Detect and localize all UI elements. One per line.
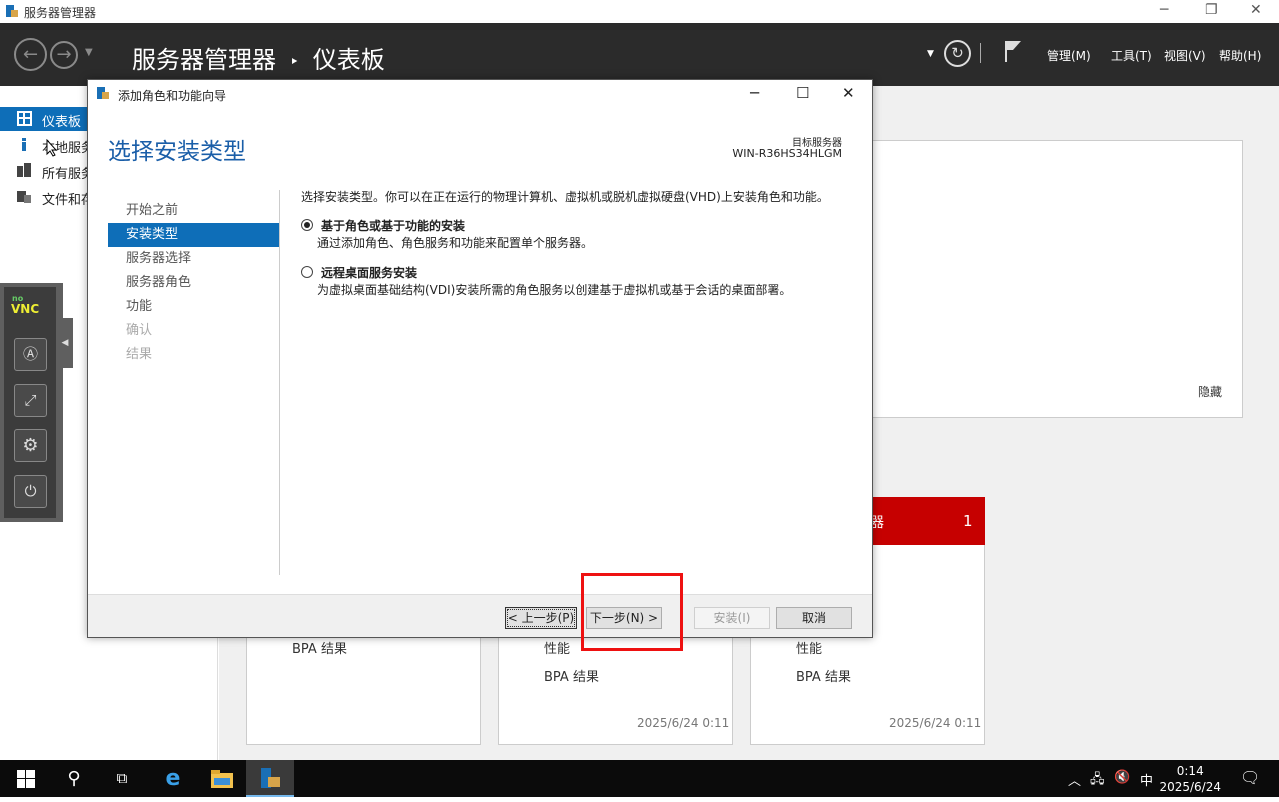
- tile-alert-count: 1: [963, 512, 973, 530]
- step-before-you-begin[interactable]: 开始之前: [108, 199, 279, 223]
- breadcrumb: 服务器管理器 ‣ 仪表板: [132, 40, 391, 75]
- tile-performance[interactable]: 性能: [544, 638, 570, 657]
- server-manager-icon: [5, 4, 19, 18]
- wizard-app-icon: [96, 86, 110, 103]
- keyboard-icon[interactable]: Ⓐ: [14, 338, 47, 371]
- refresh-icon[interactable]: ↻: [944, 40, 971, 67]
- taskbar: ⚲ ⧉ e ︿ 🖧 🔇 中 0:14 2025/6/24 🗨: [0, 760, 1279, 797]
- volume-muted-icon[interactable]: 🔇: [1114, 770, 1130, 785]
- task-view-icon[interactable]: ⧉: [98, 760, 146, 797]
- option-label[interactable]: 远程桌面服务安装: [321, 264, 417, 281]
- vnc-collapse-handle-icon[interactable]: ◀: [57, 318, 73, 368]
- system-clock[interactable]: 0:14 2025/6/24: [1159, 763, 1221, 795]
- app-header: ← → ▼ 服务器管理器 ‣ 仪表板 ▼ ↻ 管理(M) 工具(T) 视图(V)…: [0, 23, 1279, 86]
- internet-explorer-icon[interactable]: e: [149, 760, 197, 797]
- tile-timestamp: 2025/6/24 0:11: [637, 716, 730, 730]
- power-icon[interactable]: ⏻: [14, 475, 47, 508]
- menu-view[interactable]: 视图(V): [1164, 47, 1206, 64]
- forward-icon[interactable]: →: [50, 41, 78, 69]
- step-server-selection[interactable]: 服务器选择: [108, 247, 279, 271]
- breadcrumb-separator: ‣: [289, 51, 300, 71]
- minimize-button[interactable]: ─: [1160, 2, 1168, 18]
- nav-label: 仪表板: [42, 115, 82, 130]
- history-dropdown-icon[interactable]: ▼: [85, 47, 93, 58]
- wizard-steps: 开始之前 安装类型 服务器选择 服务器角色 功能 确认 结果: [108, 190, 280, 575]
- mouse-cursor-icon: [46, 138, 58, 161]
- tile-bpa[interactable]: BPA 结果: [544, 666, 599, 685]
- radio-role-based[interactable]: [301, 219, 313, 231]
- add-roles-wizard-dialog: 添加角色和功能向导 ─ ☐ ✕ 选择安装类型 目标服务器 WIN-R36HS34…: [87, 79, 873, 638]
- previous-button[interactable]: < 上一步(P): [505, 607, 577, 629]
- notification-dropdown-icon[interactable]: ▼: [927, 49, 934, 59]
- file-explorer-icon[interactable]: [198, 760, 246, 797]
- close-button[interactable]: ✕: [1250, 2, 1262, 18]
- dialog-maximize-button[interactable]: ☐: [796, 84, 809, 102]
- file-storage-icon: [17, 189, 32, 204]
- tile-alert-header[interactable]: 器 1: [870, 497, 985, 545]
- vnc-logo: VNC: [11, 302, 40, 316]
- restore-button[interactable]: ❐: [1205, 2, 1218, 18]
- header-divider: [980, 43, 981, 63]
- settings-gear-icon[interactable]: ⚙: [14, 429, 47, 462]
- step-server-roles[interactable]: 服务器角色: [108, 271, 279, 295]
- menu-tools[interactable]: 工具(T): [1111, 47, 1152, 64]
- step-installation-type[interactable]: 安装类型: [108, 223, 279, 247]
- installation-type-description: 选择安装类型。你可以在正在运行的物理计算机、虚拟机或脱机虚拟硬盘(VHD)上安装…: [301, 190, 829, 204]
- fullscreen-icon[interactable]: ⤢: [14, 384, 47, 417]
- server-manager-taskbar-icon[interactable]: [246, 760, 294, 797]
- dialog-title: 添加角色和功能向导: [118, 89, 227, 103]
- step-confirmation: 确认: [126, 323, 153, 338]
- wizard-page-heading: 选择安装类型: [108, 139, 246, 165]
- server-tile-1[interactable]: BPA 结果: [246, 630, 481, 745]
- breadcrumb-root: 服务器管理器: [132, 46, 276, 74]
- dialog-titlebar: 添加角色和功能向导 ─ ☐ ✕: [88, 80, 872, 108]
- dialog-minimize-button[interactable]: ─: [750, 84, 759, 102]
- vnc-toolbar-panel: no VNC Ⓐ ⤢ ⚙ ⏻: [4, 287, 56, 518]
- back-icon[interactable]: ←: [14, 38, 47, 71]
- action-center-icon[interactable]: 🗨: [1240, 768, 1260, 787]
- dialog-close-button[interactable]: ✕: [842, 84, 855, 102]
- start-windows-icon[interactable]: [2, 760, 50, 797]
- window-title: 服务器管理器: [24, 6, 97, 20]
- option-description: 为虚拟桌面基础结构(VDI)安装所需的角色服务以创建基于虚拟机或基于会话的桌面部…: [317, 283, 792, 297]
- vnc-toolbar: no VNC Ⓐ ⤢ ⚙ ⏻: [0, 283, 63, 522]
- dashboard-icon: [17, 111, 32, 126]
- tray-overflow-chevron-icon[interactable]: ︿: [1068, 770, 1081, 789]
- cancel-button[interactable]: 取消: [776, 607, 852, 629]
- window-titlebar: 服务器管理器 ─ ❐ ✕: [0, 0, 1279, 23]
- tile-bpa[interactable]: BPA 结果: [292, 638, 347, 657]
- wizard-button-bar: < 上一步(P) 下一步(N) > 安装(I) 取消: [88, 594, 872, 637]
- flag-icon[interactable]: [1003, 39, 1023, 67]
- target-server-name: WIN-R36HS34HLGM: [732, 147, 842, 160]
- highlight-annotation-box: [581, 573, 683, 651]
- hide-welcome-link[interactable]: 隐藏: [1198, 383, 1222, 400]
- option-description: 通过添加角色、角色服务和功能来配置单个服务器。: [317, 236, 594, 250]
- clock-time: 0:14: [1176, 764, 1204, 778]
- install-button: 安装(I): [694, 607, 770, 629]
- step-features[interactable]: 功能: [108, 295, 279, 319]
- servers-icon: [17, 163, 32, 178]
- option-label[interactable]: 基于角色或基于功能的安装: [321, 217, 465, 234]
- tile-timestamp: 2025/6/24 0:11: [889, 716, 982, 730]
- step-results: 结果: [126, 347, 153, 362]
- breadcrumb-page: 仪表板: [312, 46, 385, 74]
- radio-remote-desktop[interactable]: [301, 266, 313, 278]
- network-icon[interactable]: 🖧: [1090, 770, 1105, 792]
- menu-manage[interactable]: 管理(M): [1047, 47, 1091, 64]
- tile-bpa[interactable]: BPA 结果: [796, 666, 851, 685]
- search-icon[interactable]: ⚲: [50, 760, 98, 797]
- welcome-panel: [871, 140, 1243, 418]
- info-icon: [17, 137, 32, 152]
- tile-performance[interactable]: 性能: [796, 638, 822, 657]
- menu-help[interactable]: 帮助(H): [1219, 47, 1261, 64]
- ime-indicator[interactable]: 中: [1140, 770, 1153, 789]
- clock-date: 2025/6/24: [1159, 780, 1221, 794]
